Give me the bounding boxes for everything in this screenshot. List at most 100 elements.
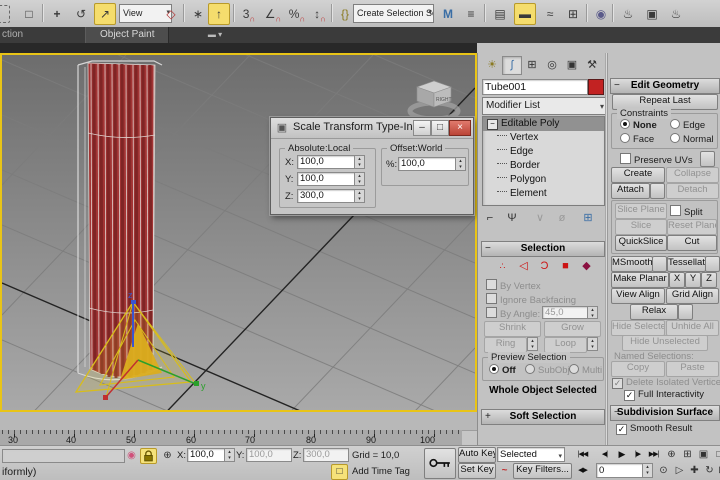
split-checkbox[interactable]: Split [670, 205, 702, 218]
select-move-icon[interactable]: + [46, 3, 68, 25]
adaptive-degradation-icon[interactable]: □ [331, 464, 348, 480]
status-z-input[interactable]: 300,0 [303, 448, 349, 462]
stack-item-editable-poly[interactable]: −Editable Poly [483, 117, 604, 131]
edge-subobject-icon[interactable]: ◁ [516, 259, 531, 273]
go-to-end-button[interactable]: ▶▶| [645, 448, 662, 462]
percent-snap-icon[interactable]: %∩ [286, 3, 308, 25]
select-manipulate-icon[interactable]: ∗ [187, 3, 209, 25]
modifier-list-dropdown[interactable]: Modifier List ▾ [482, 97, 608, 115]
dialog-title-bar[interactable]: ▣ Scale Transform Type-In – □ × [271, 118, 473, 139]
offset-percent-input[interactable]: 100,0 [398, 157, 456, 171]
set-key-button[interactable]: Set Key [458, 463, 496, 479]
stack-item-element[interactable]: Element [483, 187, 604, 201]
tab-object-paint[interactable]: Object Paint [85, 27, 169, 43]
status-x-spinner[interactable]: ▴▾ [224, 448, 235, 462]
smooth-result-checkbox[interactable]: ✓Smooth Result [616, 423, 692, 435]
tab-modify-icon[interactable]: ∫ [502, 56, 522, 75]
edit-geometry-rollout-header[interactable]: −Edit Geometry [610, 78, 720, 94]
time-slider-strip[interactable] [0, 412, 477, 431]
use-pivot-center-icon[interactable]: ◇ [160, 3, 182, 25]
make-planar-x-button[interactable]: X [669, 272, 685, 288]
zoom-extents-all-icon[interactable]: □ [711, 447, 720, 463]
full-interactivity-checkbox[interactable]: ✓Full Interactivity [624, 389, 704, 401]
make-planar-y-button[interactable]: Y [685, 272, 701, 288]
key-mode-toggle-button[interactable]: ◀▶ [574, 464, 591, 478]
snaps-toggle-icon[interactable]: 3∩ [238, 3, 260, 25]
stack-item-edge[interactable]: Edge [483, 145, 604, 159]
spinner-snap-icon[interactable]: ↕∩ [309, 3, 331, 25]
maximize-viewport-icon[interactable]: ⊞ [714, 463, 720, 479]
add-time-tag-text[interactable]: Add Time Tag [352, 466, 410, 477]
tessellate-button[interactable]: Tessellate [667, 256, 706, 272]
border-subobject-icon[interactable]: Ɔ [537, 259, 552, 273]
cut-button[interactable]: Cut [667, 235, 717, 251]
pin-stack-icon[interactable]: ⌐ [482, 211, 498, 226]
stack-item-polygon[interactable]: Polygon [483, 173, 604, 187]
ribbon-options-dropdown[interactable]: ▬ ▾ [202, 30, 228, 41]
curve-editor-icon[interactable]: ≈ [539, 3, 561, 25]
new-key-default-in-out-icon[interactable]: ~ [496, 463, 513, 479]
stack-item-border[interactable]: Border [483, 159, 604, 173]
align-icon[interactable]: ≡ [460, 3, 482, 25]
tree-collapse-icon[interactable]: − [487, 119, 498, 130]
selection-filter-dropdown[interactable]: Selected▾ [497, 447, 565, 462]
absolute-y-spinner[interactable]: ▴▾ [354, 172, 365, 186]
constraint-none-radio[interactable]: None [620, 119, 657, 131]
material-editor-icon[interactable]: ◉ [590, 3, 612, 25]
play-button[interactable]: ▶ [613, 448, 630, 462]
keyboard-override-icon[interactable]: ↑ [208, 3, 230, 25]
constraint-normal-radio[interactable]: Normal [670, 133, 714, 145]
stack-item-vertex[interactable]: Vertex [483, 131, 604, 145]
tessellate-settings-button[interactable] [705, 256, 720, 272]
tab-utilities-icon[interactable]: ⚒ [582, 56, 602, 75]
absolute-z-spinner[interactable]: ▴▾ [354, 189, 365, 203]
tab-motion-icon[interactable]: ◎ [542, 56, 562, 75]
absolute-x-input[interactable]: 100,0 [297, 155, 355, 169]
attach-settings-button[interactable] [650, 183, 665, 199]
current-frame-input[interactable]: 0 [596, 463, 646, 478]
track-bar[interactable]: 30 40 50 60 70 80 90 100 [0, 430, 462, 445]
relax-button[interactable]: Relax [630, 304, 678, 320]
select-object-icon[interactable]: □ [18, 3, 40, 25]
msmooth-settings-button[interactable] [652, 256, 667, 272]
view-align-button[interactable]: View Align [611, 288, 665, 304]
go-to-start-button[interactable]: |◀◀ [574, 448, 591, 462]
zoom-extents-icon[interactable]: ▣ [695, 447, 712, 463]
minimize-button[interactable]: – [413, 120, 431, 136]
next-frame-button[interactable]: |▶ [629, 448, 646, 462]
constraint-face-radio[interactable]: Face [620, 133, 654, 145]
select-rotate-icon[interactable]: ↺ [70, 3, 92, 25]
grid-align-button[interactable]: Grid Align [666, 288, 719, 304]
preserve-uvs-checkbox[interactable]: Preserve UVs [620, 153, 693, 166]
offset-percent-spinner[interactable]: ▴▾ [455, 157, 466, 171]
rendered-frame-window-icon[interactable]: ▣ [641, 3, 663, 25]
status-y-input[interactable]: 100,0 [246, 448, 292, 462]
selection-rollout-header[interactable]: −Selection [481, 241, 605, 257]
key-filters-button[interactable]: Key Filters... [513, 463, 572, 479]
absolute-y-input[interactable]: 100,0 [297, 172, 355, 186]
prompt-field[interactable] [2, 449, 125, 463]
render-setup-icon[interactable]: ♨ [617, 3, 639, 25]
layer-manager-icon[interactable]: ▤ [489, 3, 511, 25]
tab-display-icon[interactable]: ▣ [562, 56, 582, 75]
soft-selection-rollout-header[interactable]: +Soft Selection [481, 409, 605, 425]
tab-selection-fragment[interactable]: ction [2, 29, 23, 40]
close-button[interactable]: × [449, 120, 471, 136]
subdivision-surface-rollout-header[interactable]: −Subdivision Surface [610, 405, 720, 421]
zoom-icon[interactable]: ⊕ [663, 447, 680, 463]
tab-hierarchy-icon[interactable]: ⊞ [522, 56, 542, 75]
maximize-button[interactable]: □ [431, 120, 449, 136]
relax-settings-button[interactable] [678, 304, 693, 320]
auto-key-button[interactable]: Auto Key [458, 447, 496, 463]
previous-frame-button[interactable]: ◀| [596, 448, 613, 462]
object-color-swatch[interactable] [588, 79, 604, 95]
render-production-icon[interactable]: ♨ [665, 3, 687, 25]
polygon-subobject-icon[interactable]: ■ [558, 259, 573, 273]
preview-off-radio[interactable]: Off [489, 364, 516, 376]
preserve-uvs-settings-button[interactable] [700, 151, 715, 167]
element-subobject-icon[interactable]: ◆ [579, 259, 594, 273]
absolute-z-input[interactable]: 300,0 [297, 189, 355, 203]
mirror-icon[interactable]: M [437, 3, 459, 25]
schematic-view-icon[interactable]: ⊞ [562, 3, 584, 25]
quickslice-button[interactable]: QuickSlice [615, 235, 667, 251]
